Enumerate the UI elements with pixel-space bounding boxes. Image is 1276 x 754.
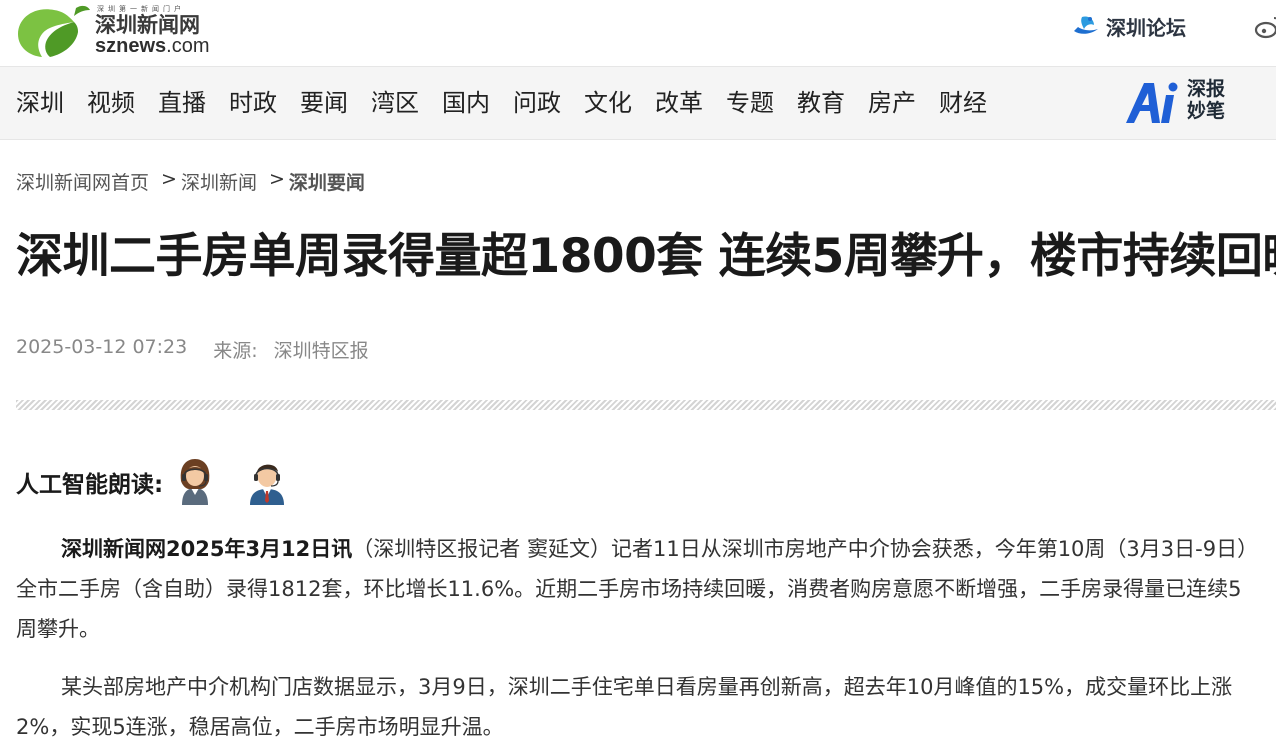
- article-paragraph-1: 深圳新闻网2025年3月12日讯（深圳特区报记者 窦延文）记者11日从深圳市房地…: [16, 529, 1256, 649]
- nav-item-real-estate[interactable]: 房产: [868, 67, 916, 139]
- nav-item-culture[interactable]: 文化: [584, 67, 632, 139]
- main-nav: 深圳 视频 直播 时政 要闻 湾区 国内 问政 文化 改革 专题 教育 房产 财…: [0, 66, 1276, 140]
- logo-en-main: sznews: [95, 35, 167, 57]
- nav-item-shenzhen[interactable]: 深圳: [16, 67, 64, 139]
- article-title: 深圳二手房单周录得量超1800套 连续5周攀升，楼市持续回暖: [16, 229, 1276, 284]
- article-paragraph-2: 某头部房地产中介机构门店数据显示，3月9日，深圳二手住宅单日看房量再创新高，超去…: [16, 667, 1256, 747]
- weibo-icon[interactable]: [1254, 14, 1276, 40]
- forum-label: 深圳论坛: [1106, 15, 1186, 40]
- logo-name-en: sznews.com: [95, 35, 210, 57]
- nav-item-politics[interactable]: 时政: [229, 67, 277, 139]
- nav-item-bay-area[interactable]: 湾区: [371, 67, 419, 139]
- forum-link[interactable]: 深圳论坛: [1070, 12, 1186, 40]
- nav-item-education[interactable]: 教育: [797, 67, 845, 139]
- breadcrumb-shenzhen-news[interactable]: 深圳新闻: [181, 168, 257, 195]
- breadcrumb-sep: >: [268, 168, 285, 190]
- nav-item-inquiry[interactable]: 问政: [513, 67, 561, 139]
- nav-item-special[interactable]: 专题: [726, 67, 774, 139]
- top-header: 深圳第一新闻门户 深圳新闻网 sznews.com 深圳论坛: [0, 0, 1276, 66]
- hatched-divider: [16, 400, 1276, 410]
- site-logo[interactable]: 深圳第一新闻门户 深圳新闻网 sznews.com: [16, 2, 216, 62]
- paragraph-2-text: 某头部房地产中介机构门店数据显示，3月9日，深圳二手住宅单日看房量再创新高，超去…: [16, 675, 1233, 739]
- weibo-glyph: [1254, 17, 1276, 39]
- ai-logo-line1: 深报: [1187, 78, 1226, 100]
- logo-en-tld: com: [171, 35, 210, 57]
- dateline: 深圳新闻网2025年3月12日讯: [61, 537, 353, 561]
- nav-item-video[interactable]: 视频: [87, 67, 135, 139]
- article-meta: 2025-03-12 07:23 来源: 深圳特区报: [16, 336, 369, 363]
- nav-item-headlines[interactable]: 要闻: [300, 67, 348, 139]
- ai-logo-icon: [1126, 82, 1178, 123]
- nav-item-live[interactable]: 直播: [158, 67, 206, 139]
- source-label: 来源:: [213, 340, 258, 362]
- forum-bird-icon: [1074, 16, 1098, 34]
- breadcrumb-sep: >: [161, 168, 177, 190]
- article-source: 深圳特区报: [273, 340, 369, 362]
- nav-item-domestic[interactable]: 国内: [442, 67, 490, 139]
- ai-writer-logo[interactable]: 深报 妙笔: [1124, 77, 1234, 129]
- tts-label: 人工智能朗读:: [16, 472, 164, 498]
- logo-leaf-icon: [18, 5, 90, 58]
- female-voice-avatar-icon[interactable]: [173, 457, 217, 507]
- breadcrumb-home[interactable]: 深圳新闻网首页: [16, 168, 149, 195]
- nav-items: 深圳 视频 直播 时政 要闻 湾区 国内 问政 文化 改革 专题 教育 房产 财…: [16, 67, 1010, 139]
- breadcrumb-current[interactable]: 深圳要闻: [289, 168, 365, 195]
- article-datetime: 2025-03-12 07:23: [16, 336, 188, 358]
- ai-logo-line2: 妙笔: [1187, 100, 1226, 122]
- nav-item-finance[interactable]: 财经: [939, 67, 987, 139]
- tts-player: 人工智能朗读:: [16, 456, 289, 508]
- male-voice-avatar-icon[interactable]: [245, 457, 289, 507]
- breadcrumb: 深圳新闻网首页 > 深圳新闻 > 深圳要闻: [16, 168, 365, 195]
- nav-item-reform[interactable]: 改革: [655, 67, 703, 139]
- logo-name-cn: 深圳新闻网: [95, 13, 200, 37]
